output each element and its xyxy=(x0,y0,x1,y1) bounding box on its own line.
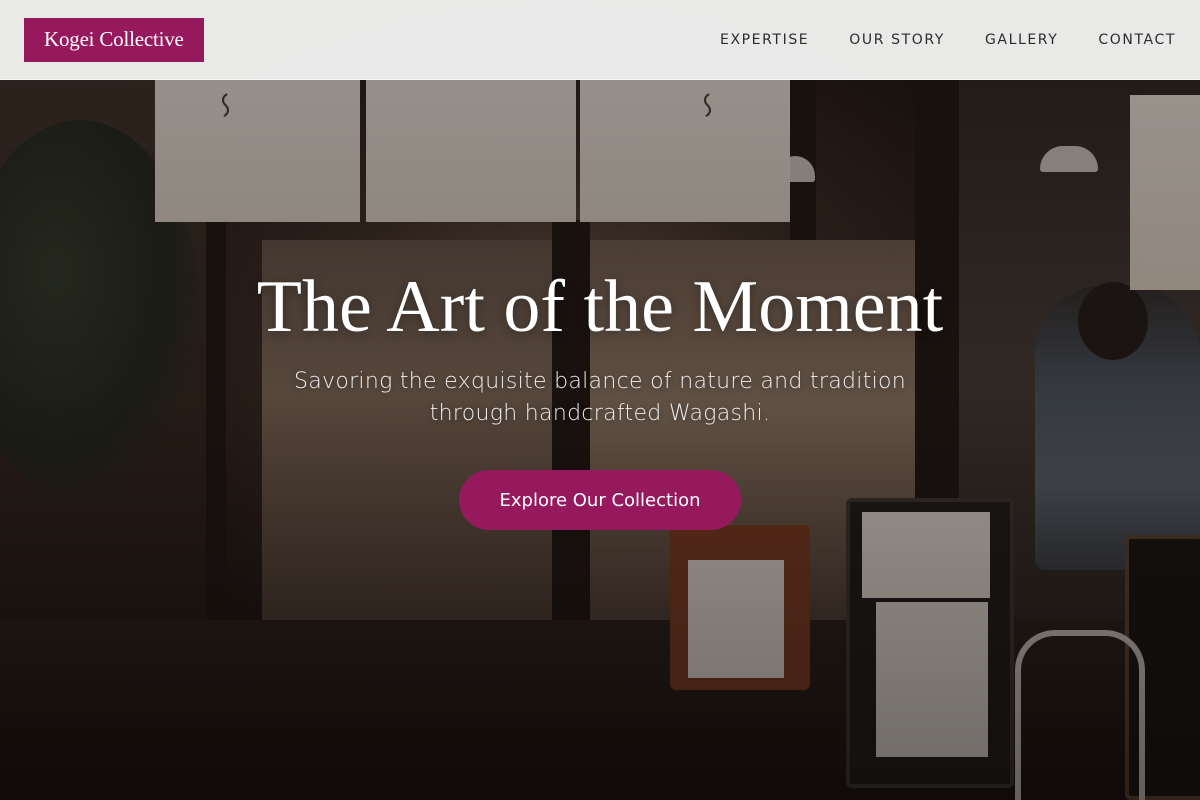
nav-link-our-story[interactable]: OUR STORY xyxy=(849,32,945,48)
hero-section: The Art of the Moment Savoring the exqui… xyxy=(0,262,1200,530)
nav-link-contact[interactable]: CONTACT xyxy=(1098,32,1176,48)
nav-link-gallery[interactable]: GALLERY xyxy=(985,32,1058,48)
landing-page: 〜 〜 Kogei Collective EXPERTISE OUR STORY… xyxy=(0,0,1200,800)
hero-title: The Art of the Moment xyxy=(256,266,944,348)
site-logo[interactable]: Kogei Collective xyxy=(24,17,204,62)
site-header: Kogei Collective EXPERTISE OUR STORY GAL… xyxy=(0,0,1200,80)
nav-link-expertise[interactable]: EXPERTISE xyxy=(720,32,809,48)
explore-collection-button[interactable]: Explore Our Collection xyxy=(459,470,741,530)
main-nav: EXPERTISE OUR STORY GALLERY CONTACT xyxy=(720,32,1176,48)
hero-subtitle: Savoring the exquisite balance of nature… xyxy=(293,369,907,426)
